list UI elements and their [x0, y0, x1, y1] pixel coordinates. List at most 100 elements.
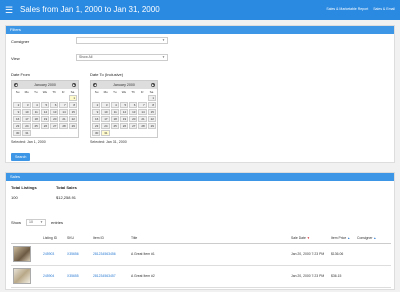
prev-month-icon[interactable]: ◀ [93, 83, 97, 87]
col-sale-date-label: Sale Date [291, 235, 306, 240]
prev-month-icon[interactable]: ◀ [14, 83, 18, 87]
calendar-day[interactable]: 8 [68, 102, 77, 108]
calendar-day[interactable]: 17 [101, 116, 110, 122]
calendar-day[interactable]: 7 [59, 102, 68, 108]
calendar-day[interactable]: 24 [22, 123, 31, 129]
item-id-link[interactable]: 281234563457 [93, 274, 116, 278]
calendar-day[interactable]: 19 [40, 116, 50, 122]
calendar-day[interactable]: 17 [22, 116, 31, 122]
calendar-empty-cell [13, 95, 21, 101]
calendar-day[interactable]: 5 [119, 102, 129, 108]
search-button[interactable]: Search [11, 153, 31, 161]
chevron-down-icon: ▼ [40, 220, 43, 224]
calendar-day[interactable]: 11 [31, 109, 40, 115]
calendar-day[interactable]: 30 [92, 130, 101, 136]
item-thumbnail[interactable] [13, 246, 31, 262]
col-sku[interactable]: SKU [65, 233, 91, 244]
calendar-day[interactable]: 31 [101, 130, 110, 136]
calendar-day[interactable]: 25 [110, 123, 119, 129]
calendar-day[interactable]: 29 [147, 123, 156, 129]
calendar-day[interactable]: 10 [101, 109, 110, 115]
calendar-day[interactable]: 14 [138, 109, 147, 115]
view-label: View [11, 56, 20, 61]
calendar-day[interactable]: 13 [50, 109, 59, 115]
sort-icon: ▲ [347, 235, 351, 240]
calendar-day[interactable]: 18 [31, 116, 40, 122]
calendar-day[interactable]: 14 [59, 109, 68, 115]
col-consigner[interactable]: Consigner ▲ [355, 233, 391, 244]
item-thumbnail[interactable] [13, 268, 31, 284]
calendar-day[interactable]: 4 [110, 102, 119, 108]
menu-icon[interactable]: ☰ [5, 5, 13, 15]
calendar-day[interactable]: 23 [92, 123, 101, 129]
next-month-icon[interactable]: ▶ [151, 83, 155, 87]
col-sale-date[interactable]: Sale Date ▼ [289, 233, 329, 244]
calendar-day[interactable]: 29 [68, 123, 77, 129]
calendar-day[interactable]: 16 [13, 116, 22, 122]
item-id-link[interactable]: 281234563456 [93, 252, 116, 256]
col-item-price[interactable]: Item Price ▲ [329, 233, 355, 244]
calendar-day[interactable]: 26 [40, 123, 50, 129]
calendar-empty-cell [138, 130, 146, 136]
calendar-day[interactable]: 9 [13, 109, 22, 115]
calendar-day[interactable]: 15 [68, 109, 77, 115]
calendar-empty-cell [120, 130, 128, 136]
calendar-day[interactable]: 23 [13, 123, 22, 129]
calendar-day[interactable]: 2 [13, 102, 22, 108]
calendar-day[interactable]: 2 [92, 102, 101, 108]
view-select[interactable]: Show All ▼ [76, 54, 168, 61]
consigner [355, 265, 391, 288]
calendar-day[interactable]: 26 [119, 123, 129, 129]
calendar-day[interactable]: 20 [129, 116, 138, 122]
calendar-day[interactable]: 3 [101, 102, 110, 108]
calendar-day[interactable]: 19 [119, 116, 129, 122]
calendar-day[interactable]: 28 [138, 123, 147, 129]
calendar-day[interactable]: 11 [110, 109, 119, 115]
calendar-day[interactable]: 9 [92, 109, 101, 115]
calendar-day[interactable]: 21 [138, 116, 147, 122]
listing-id-link[interactable]: 245903 [43, 252, 54, 256]
calendar-day[interactable]: 1 [68, 95, 77, 101]
calendar-day[interactable]: 12 [40, 109, 50, 115]
calendar-day[interactable]: 22 [68, 116, 77, 122]
calendar-day[interactable]: 12 [119, 109, 129, 115]
col-item-id[interactable]: Item ID [91, 233, 129, 244]
entries-select[interactable]: 10 ▼ [26, 219, 46, 226]
calendar-day[interactable]: 4 [31, 102, 40, 108]
calendar-day[interactable]: 18 [110, 116, 119, 122]
calendar-day[interactable]: 3 [22, 102, 31, 108]
calendar-day[interactable]: 16 [92, 116, 101, 122]
calendar-day[interactable]: 21 [59, 116, 68, 122]
calendar-empty-cell [92, 95, 100, 101]
calendar-day[interactable]: 31 [22, 130, 31, 136]
calendar-day[interactable]: 1 [147, 95, 156, 101]
sku-link[interactable]: X35655 [67, 274, 79, 278]
calendar-day[interactable]: 8 [147, 102, 156, 108]
calendar-day[interactable]: 24 [101, 123, 110, 129]
calendar-day[interactable]: 27 [129, 123, 138, 129]
calendar-empty-cell [111, 95, 119, 101]
header-link-report[interactable]: Sales & Marketable Report [326, 7, 368, 11]
calendar-day[interactable]: 7 [138, 102, 147, 108]
calendar-day[interactable]: 25 [31, 123, 40, 129]
calendar-day[interactable]: 6 [50, 102, 59, 108]
calendar-day[interactable]: 10 [22, 109, 31, 115]
calendar-day[interactable]: 13 [129, 109, 138, 115]
consigner-select[interactable]: ▼ [76, 37, 168, 44]
col-listing-id[interactable]: Listing ID [41, 233, 65, 244]
sku-link[interactable]: X35656 [67, 252, 79, 256]
calendar-day[interactable]: 27 [50, 123, 59, 129]
listing-id-link[interactable]: 245904 [43, 274, 54, 278]
calendar-day[interactable]: 22 [147, 116, 156, 122]
calendar-day[interactable]: 5 [40, 102, 50, 108]
calendar-day[interactable]: 20 [50, 116, 59, 122]
next-month-icon[interactable]: ▶ [72, 83, 76, 87]
calendar-day[interactable]: 28 [59, 123, 68, 129]
calendar-empty-cell [138, 95, 146, 101]
calendar-day[interactable]: 30 [13, 130, 22, 136]
col-title[interactable]: Title [129, 233, 289, 244]
calendar-day[interactable]: 6 [129, 102, 138, 108]
calendar-day[interactable]: 15 [147, 109, 156, 115]
item-title: A Great Item #1 [129, 243, 289, 266]
header-link-email[interactable]: Sales & Email [373, 7, 395, 11]
